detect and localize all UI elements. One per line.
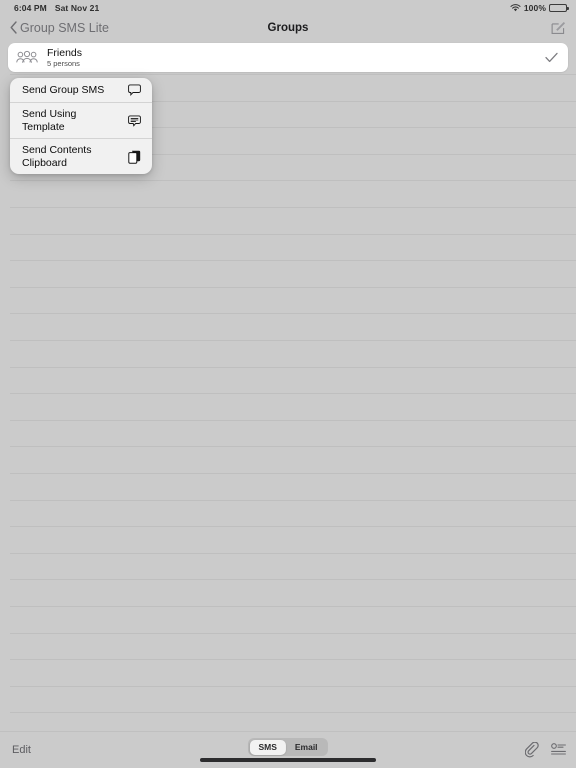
sms-email-segmented-control[interactable]: SMS Email bbox=[247, 738, 329, 756]
row-separator bbox=[10, 446, 576, 448]
row-separator bbox=[10, 286, 576, 288]
battery-percent-label: 100% bbox=[523, 2, 546, 13]
row-separator bbox=[10, 526, 576, 528]
group-persons-icon bbox=[16, 50, 38, 66]
menu-item-send-contents-clipboard[interactable]: Send Contents Clipboard bbox=[10, 138, 152, 174]
chevron-left-icon bbox=[10, 21, 17, 34]
bottom-toolbar: Edit SMS Email bbox=[0, 731, 576, 768]
ipad-screen: 6:04 PM Sat Nov 21 100% Group SMS Lite G… bbox=[0, 0, 576, 768]
toolbar-right-actions bbox=[525, 742, 566, 758]
row-separator bbox=[10, 606, 576, 607]
compose-icon[interactable] bbox=[551, 20, 566, 35]
contact-list-icon[interactable] bbox=[551, 743, 566, 757]
status-date: Sat Nov 21 bbox=[54, 2, 100, 13]
context-menu[interactable]: Send Group SMS Send Using Template Send … bbox=[10, 78, 152, 174]
menu-item-label: Send Using Template bbox=[22, 108, 77, 133]
list-item-label: Friends bbox=[47, 46, 83, 59]
row-separator bbox=[10, 499, 576, 501]
clipboard-copy-icon bbox=[127, 150, 141, 164]
status-bar-left: 6:04 PM Sat Nov 21 bbox=[14, 3, 99, 13]
row-separator bbox=[10, 659, 576, 661]
row-separator bbox=[10, 419, 576, 421]
battery-full-icon bbox=[549, 3, 569, 12]
list-item-subtitle: 5 persons bbox=[47, 58, 80, 68]
row-separator bbox=[10, 313, 576, 315]
row-separator bbox=[10, 632, 576, 634]
menu-item-send-using-template[interactable]: Send Using Template bbox=[10, 102, 152, 138]
status-time: 6:04 PM bbox=[14, 2, 47, 13]
edit-button[interactable]: Edit bbox=[12, 744, 31, 756]
status-bar: 6:04 PM Sat Nov 21 100% bbox=[0, 0, 576, 15]
row-separator bbox=[10, 180, 576, 182]
row-separator bbox=[10, 366, 576, 368]
segment-sms[interactable]: SMS bbox=[249, 739, 286, 755]
row-separator bbox=[10, 685, 576, 687]
menu-item-label: Send Group SMS bbox=[22, 83, 105, 96]
message-template-icon bbox=[127, 114, 141, 127]
row-separator bbox=[10, 552, 576, 554]
navigation-bar: Group SMS Lite Groups bbox=[0, 15, 576, 40]
list-item-friends[interactable]: Friends 5 persons bbox=[8, 43, 568, 72]
row-separator bbox=[10, 340, 576, 341]
wifi-icon bbox=[510, 3, 521, 12]
message-bubble-icon bbox=[127, 84, 141, 96]
row-separator bbox=[10, 260, 576, 262]
segment-email[interactable]: Email bbox=[286, 740, 327, 755]
list-item-text: Friends 5 persons bbox=[47, 47, 82, 69]
row-separator bbox=[10, 712, 576, 714]
status-bar-right: 100% bbox=[510, 2, 569, 13]
row-separator bbox=[10, 207, 576, 208]
row-separator bbox=[10, 473, 576, 474]
back-button[interactable]: Group SMS Lite bbox=[10, 21, 109, 35]
row-separator bbox=[10, 233, 576, 235]
home-indicator bbox=[200, 758, 376, 762]
paperclip-icon[interactable] bbox=[525, 742, 539, 758]
menu-item-label: Send Contents Clipboard bbox=[22, 144, 92, 169]
back-button-label: Group SMS Lite bbox=[20, 20, 109, 35]
menu-item-send-group-sms[interactable]: Send Group SMS bbox=[10, 78, 152, 102]
checkmark-icon bbox=[545, 52, 558, 63]
row-separator bbox=[10, 579, 576, 581]
row-separator bbox=[10, 393, 576, 395]
